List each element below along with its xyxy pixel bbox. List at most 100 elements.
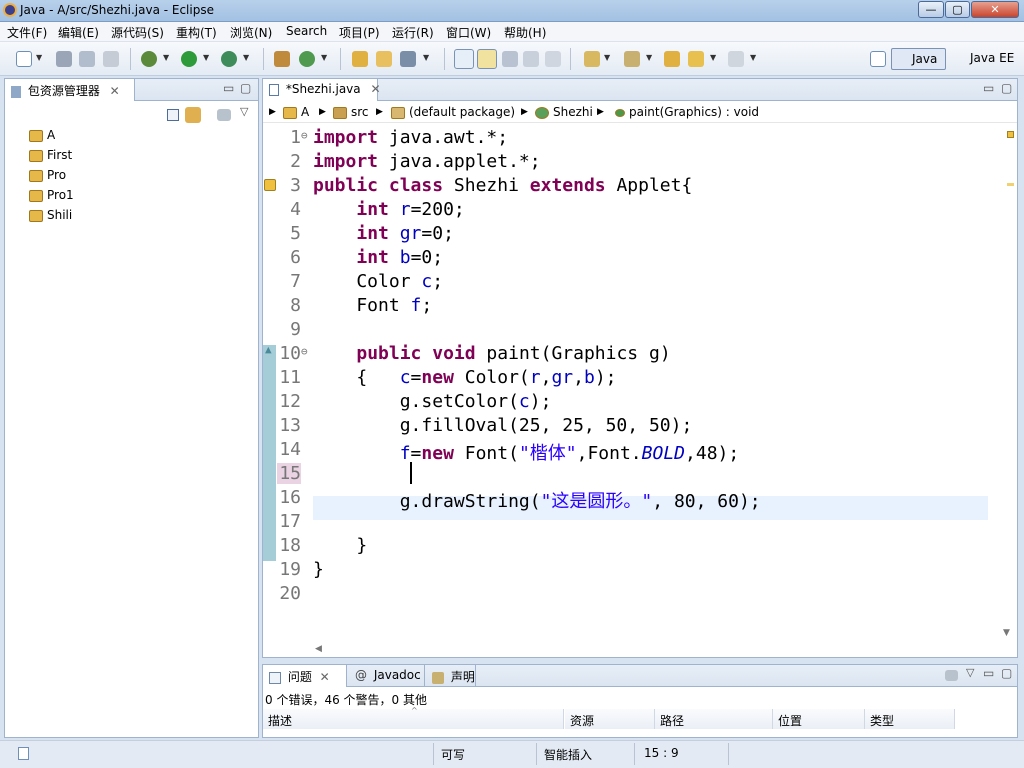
tree-item-project-pro[interactable]: Pro: [29, 168, 66, 186]
maximize-view-icon[interactable]: ▢: [1001, 81, 1012, 95]
code-line[interactable]: Color c;: [313, 271, 443, 292]
new-class-dropdown-icon[interactable]: ▼: [321, 53, 327, 62]
forward-dropdown-icon[interactable]: ▼: [750, 53, 756, 62]
external-tools-dropdown-icon[interactable]: ▼: [243, 53, 249, 62]
tab-declaration[interactable]: 声明: [426, 665, 476, 687]
block-selection-icon[interactable]: [502, 51, 518, 67]
tab-package-explorer[interactable]: 包资源管理器 ✕: [5, 79, 135, 101]
horizontal-scrollbar[interactable]: ◀: [313, 643, 1001, 657]
code-area[interactable]: 1 2 3 4 5 6 7 8 9 10 11 12 13 14 15 16 1…: [263, 123, 1017, 643]
close-tab-icon[interactable]: ✕: [110, 84, 120, 98]
overview-marker[interactable]: [1007, 183, 1014, 186]
run-icon[interactable]: [181, 51, 197, 67]
tree-item-project-first[interactable]: First: [29, 148, 72, 166]
breadcrumb-project[interactable]: A: [283, 105, 309, 119]
breadcrumb-class[interactable]: Shezhi: [535, 105, 593, 119]
warning-icon[interactable]: [264, 179, 276, 191]
new-dropdown-icon[interactable]: ▼: [36, 53, 42, 62]
maximize-button[interactable]: ▢: [945, 1, 970, 18]
breadcrumb-src[interactable]: src: [333, 105, 369, 119]
debug-dropdown-icon[interactable]: ▼: [163, 53, 169, 62]
next-annotation-dropdown-icon[interactable]: ▼: [604, 53, 610, 62]
java-perspective-button[interactable]: Java: [891, 48, 946, 70]
save-icon[interactable]: [56, 51, 72, 67]
save-all-icon[interactable]: [79, 51, 95, 67]
search-dropdown-icon[interactable]: ▼: [423, 53, 429, 62]
fast-view-icon[interactable]: [18, 747, 29, 760]
code-line[interactable]: public class Shezhi extends Applet{: [313, 175, 692, 196]
code-line[interactable]: public void paint(Graphics g): [313, 343, 670, 364]
code-line[interactable]: import java.applet.*;: [313, 151, 541, 172]
new-icon[interactable]: [16, 51, 32, 67]
toggle-mark-occurrences-icon[interactable]: [454, 49, 474, 69]
collapse-all-icon[interactable]: [167, 109, 179, 121]
menu-edit[interactable]: 编辑(E): [58, 24, 99, 41]
view-menu-icon[interactable]: ▽: [966, 666, 974, 679]
breadcrumb-method[interactable]: paint(Graphics) : void: [615, 105, 759, 119]
code-line[interactable]: Font f;: [313, 295, 432, 316]
code-line[interactable]: g.drawString("这是圆形。", 80, 60);: [313, 487, 761, 513]
minimize-view-icon[interactable]: ▭: [983, 666, 994, 680]
external-tools-icon[interactable]: [221, 51, 237, 67]
toggle-highlight-icon[interactable]: [477, 49, 497, 69]
column-type[interactable]: 类型: [865, 709, 955, 729]
code-line[interactable]: { c=new Color(r,gr,b);: [313, 367, 616, 388]
maximize-view-icon[interactable]: ▢: [240, 81, 251, 95]
minimize-view-icon[interactable]: ▭: [223, 81, 234, 95]
open-perspective-icon[interactable]: [870, 51, 886, 67]
close-tab-icon[interactable]: ✕: [320, 670, 330, 684]
new-class-icon[interactable]: [299, 51, 315, 67]
column-path[interactable]: 路径: [655, 709, 773, 729]
code-line[interactable]: import java.awt.*;: [313, 127, 508, 148]
menu-help[interactable]: 帮助(H): [504, 24, 546, 41]
maximize-view-icon[interactable]: ▢: [1001, 666, 1012, 680]
print-icon[interactable]: [103, 51, 119, 67]
next-annotation-icon[interactable]: [584, 51, 600, 67]
code-line[interactable]: f=new Font("楷体",Font.BOLD,48);: [313, 439, 740, 465]
breadcrumb-arrow-icon[interactable]: ▶: [269, 107, 276, 117]
column-location[interactable]: 位置: [773, 709, 865, 729]
fold-arrow-icon[interactable]: ▲: [265, 343, 272, 356]
column-resource[interactable]: 资源: [565, 709, 655, 729]
filter-icon[interactable]: [945, 670, 958, 681]
tab-shezhi-java[interactable]: *Shezhi.java ✕: [263, 79, 381, 101]
breadcrumb-arrow-icon[interactable]: ▶: [521, 107, 528, 117]
tree-item-project-shili[interactable]: Shili: [29, 208, 72, 226]
fold-icon[interactable]: ⊖: [301, 129, 308, 142]
overview-warning-marker[interactable]: [1007, 131, 1014, 138]
menu-run[interactable]: 运行(R): [392, 24, 434, 41]
show-source-icon[interactable]: [523, 51, 539, 67]
back-dropdown-icon[interactable]: ▼: [710, 53, 716, 62]
prev-annotation-dropdown-icon[interactable]: ▼: [646, 53, 652, 62]
tree-item-project-pro1[interactable]: Pro1: [29, 188, 74, 206]
breadcrumb-arrow-icon[interactable]: ▶: [319, 107, 326, 117]
show-whitespace-icon[interactable]: [545, 51, 561, 67]
view-menu-icon[interactable]: ▽: [240, 105, 248, 118]
fold-icon[interactable]: ⊖: [301, 345, 308, 358]
close-tab-icon[interactable]: ✕: [370, 82, 380, 96]
code-line[interactable]: g.setColor(c);: [313, 391, 552, 412]
minimize-button[interactable]: —: [918, 1, 944, 18]
filter-icon[interactable]: [217, 109, 231, 121]
close-button[interactable]: ✕: [971, 1, 1019, 18]
scroll-down-icon[interactable]: ▼: [1003, 628, 1010, 638]
forward-icon[interactable]: [728, 51, 744, 67]
minimize-view-icon[interactable]: ▭: [983, 81, 994, 95]
breadcrumb-package[interactable]: (default package): [391, 105, 515, 119]
menu-source[interactable]: 源代码(S): [111, 24, 164, 41]
breadcrumb-arrow-icon[interactable]: ▶: [597, 107, 604, 117]
tab-javadoc[interactable]: @ Javadoc: [349, 665, 425, 687]
tree-item-project-a[interactable]: A: [29, 128, 55, 146]
run-dropdown-icon[interactable]: ▼: [203, 53, 209, 62]
scroll-left-icon[interactable]: ◀: [315, 644, 322, 654]
breadcrumb-arrow-icon[interactable]: ▶: [376, 107, 383, 117]
code-line[interactable]: int r=200;: [313, 199, 464, 220]
last-edit-icon[interactable]: [664, 51, 680, 67]
code-line[interactable]: int gr=0;: [313, 223, 454, 244]
menu-project[interactable]: 项目(P): [339, 24, 380, 41]
menu-file[interactable]: 文件(F): [7, 24, 47, 41]
new-java-project-icon[interactable]: [274, 51, 290, 67]
open-type-icon[interactable]: [352, 51, 368, 67]
column-description[interactable]: 描述 ^: [263, 706, 564, 729]
menu-refactor[interactable]: 重构(T): [176, 24, 217, 41]
